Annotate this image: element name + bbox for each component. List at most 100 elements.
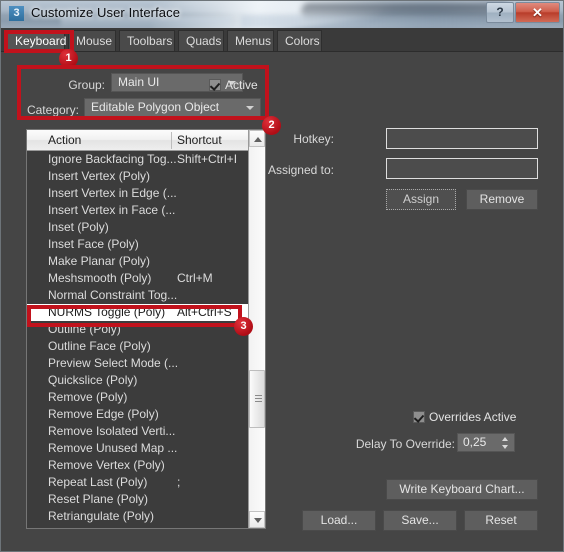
row-action-label: Inset Face (Poly): [48, 237, 139, 251]
row-action-label: Insert Vertex (Poly): [48, 169, 151, 183]
row-action-label: Normal Constraint Tog...: [48, 288, 178, 302]
scrollbar-thumb[interactable]: [249, 370, 265, 428]
overrides-active-label: Overrides Active: [429, 410, 517, 424]
window-titlebar[interactable]: 3 Customize User Interface ? ✕: [1, 1, 563, 28]
group-label: Group:: [68, 78, 105, 92]
table-row[interactable]: Insert Vertex (Poly): [27, 168, 248, 185]
triangle-down-icon: [254, 518, 262, 523]
action-list[interactable]: Action Shortcut Ignore Backfacing Tog...…: [26, 129, 266, 529]
row-action-label: Outline Face (Poly): [48, 339, 151, 353]
write-keyboard-chart-button[interactable]: Write Keyboard Chart...: [386, 479, 538, 500]
row-action-label: Reset Plane (Poly): [48, 492, 149, 506]
table-row[interactable]: Retriangulate (Poly): [27, 508, 248, 525]
row-shortcut-label: ;: [177, 475, 181, 489]
tab-menus[interactable]: Menus: [227, 30, 274, 51]
save-button[interactable]: Save...: [383, 510, 457, 531]
load-button[interactable]: Load...: [302, 510, 376, 531]
row-action-label: Insert Vertex in Face (...: [48, 203, 176, 217]
spinner-arrows-icon[interactable]: [501, 436, 510, 450]
row-action-label: Remove Unused Map ...: [48, 441, 178, 455]
list-scrollbar[interactable]: [248, 130, 265, 528]
reset-button[interactable]: Reset: [464, 510, 538, 531]
assign-button[interactable]: Assign: [386, 189, 456, 210]
row-shortcut-label: Shift+Ctrl+I: [177, 152, 238, 166]
table-row[interactable]: Remove Isolated Verti...: [27, 423, 248, 440]
row-action-label: Ignore Backfacing Tog...: [48, 152, 177, 166]
tab-quads[interactable]: Quads: [178, 30, 224, 51]
row-shortcut-label: Ctrl+M: [177, 271, 213, 285]
table-row[interactable]: Meshsmooth (Poly) Ctrl+M: [27, 270, 248, 287]
hotkey-label: Hotkey:: [293, 132, 334, 146]
table-row[interactable]: Inset (Poly): [27, 219, 248, 236]
table-row[interactable]: Reset Plane (Poly): [27, 491, 248, 508]
active-checkbox[interactable]: Active: [209, 78, 258, 92]
row-action-label: Remove (Poly): [48, 390, 128, 404]
table-row[interactable]: Quickslice (Poly): [27, 372, 248, 389]
help-button[interactable]: ?: [486, 2, 514, 23]
category-value: Editable Polygon Object: [91, 100, 220, 114]
tab-colors[interactable]: Colors: [277, 30, 322, 51]
row-action-label: Remove Isolated Verti...: [48, 424, 176, 438]
row-action-label: Make Planar (Poly): [48, 254, 151, 268]
app-icon: 3: [9, 6, 24, 21]
checkmark-icon: [413, 411, 425, 423]
table-row[interactable]: Repeat Last (Poly);: [27, 474, 248, 491]
row-action-label: Remove Edge (Poly): [48, 407, 159, 421]
table-row[interactable]: Remove (Poly): [27, 389, 248, 406]
table-row[interactable]: NURMS Toggle (Poly) Alt+Ctrl+S: [27, 304, 248, 321]
close-button[interactable]: ✕: [515, 2, 560, 23]
table-row[interactable]: Outline Face (Poly): [27, 338, 248, 355]
column-divider[interactable]: [171, 132, 172, 149]
row-action-label: Inset (Poly): [48, 220, 109, 234]
active-label: Active: [225, 78, 258, 92]
table-row[interactable]: Remove Edge (Poly): [27, 406, 248, 423]
tab-keyboard[interactable]: Keyboard: [7, 30, 66, 51]
tab-bar: Keyboard Mouse Toolbars Quads Menus Colors: [1, 28, 563, 52]
table-row[interactable]: Preview Select Mode (...: [27, 355, 248, 372]
tab-toolbars[interactable]: Toolbars: [119, 30, 175, 51]
table-row[interactable]: Outline (Poly): [27, 321, 248, 338]
column-header-action[interactable]: Action: [48, 130, 81, 150]
overrides-active-checkbox[interactable]: Overrides Active: [413, 410, 516, 424]
row-action-label: Outline (Poly): [48, 322, 121, 336]
table-row[interactable]: Insert Vertex in Edge (...: [27, 185, 248, 202]
category-dropdown[interactable]: Editable Polygon Object: [84, 98, 261, 117]
remove-button[interactable]: Remove: [466, 189, 538, 210]
checkmark-icon: [209, 79, 221, 91]
assigned-to-input[interactable]: [386, 158, 538, 179]
action-list-rows: Ignore Backfacing Tog... Shift+Ctrl+I Inse…: [27, 151, 248, 528]
table-row[interactable]: Normal Constraint Tog...: [27, 287, 248, 304]
customize-user-interface-dialog: 3 Customize User Interface ? ✕ Keyboard M…: [0, 0, 564, 552]
glass-reflection: [301, 3, 511, 19]
table-row[interactable]: Remove Vertex (Poly): [27, 457, 248, 474]
tab-mouse[interactable]: Mouse: [68, 30, 116, 51]
table-row[interactable]: Make Planar (Poly): [27, 253, 248, 270]
table-row[interactable]: Remove Unused Map ...: [27, 440, 248, 457]
delay-to-override-label: Delay To Override:: [355, 437, 455, 451]
chevron-down-icon: [246, 106, 254, 110]
row-action-label: NURMS Toggle (Poly): [48, 305, 166, 319]
category-label: Category:: [26, 103, 79, 117]
table-row[interactable]: Ignore Backfacing Tog... Shift+Ctrl+I: [27, 151, 248, 168]
hotkey-input[interactable]: [386, 128, 538, 149]
row-shortcut-label: Alt+Ctrl+S: [177, 305, 232, 319]
row-action-label: Repeat Last (Poly): [48, 475, 148, 489]
glass-reflection: [149, 1, 393, 28]
scroll-up-button[interactable]: [249, 130, 265, 147]
grip-icon: [255, 395, 262, 402]
row-action-label: Quickslice (Poly): [48, 373, 138, 387]
assigned-to-label: Assigned to:: [267, 163, 334, 177]
window-title: Customize User Interface: [31, 5, 181, 20]
row-action-label: Retriangulate (Poly): [48, 509, 155, 523]
triangle-up-icon: [254, 137, 262, 142]
table-row[interactable]: Inset Face (Poly): [27, 236, 248, 253]
list-column-header: Action Shortcut: [27, 130, 265, 151]
table-row[interactable]: Insert Vertex in Face (...: [27, 202, 248, 219]
row-action-label: Remove Vertex (Poly): [48, 458, 165, 472]
row-action-label: Meshsmooth (Poly): [48, 271, 152, 285]
row-action-label: Preview Select Mode (...: [48, 356, 179, 370]
scroll-down-button[interactable]: [249, 511, 265, 528]
delay-to-override-spinner[interactable]: 0,25: [457, 433, 515, 452]
column-header-shortcut[interactable]: Shortcut: [177, 130, 222, 150]
group-value: Main UI: [118, 75, 160, 89]
